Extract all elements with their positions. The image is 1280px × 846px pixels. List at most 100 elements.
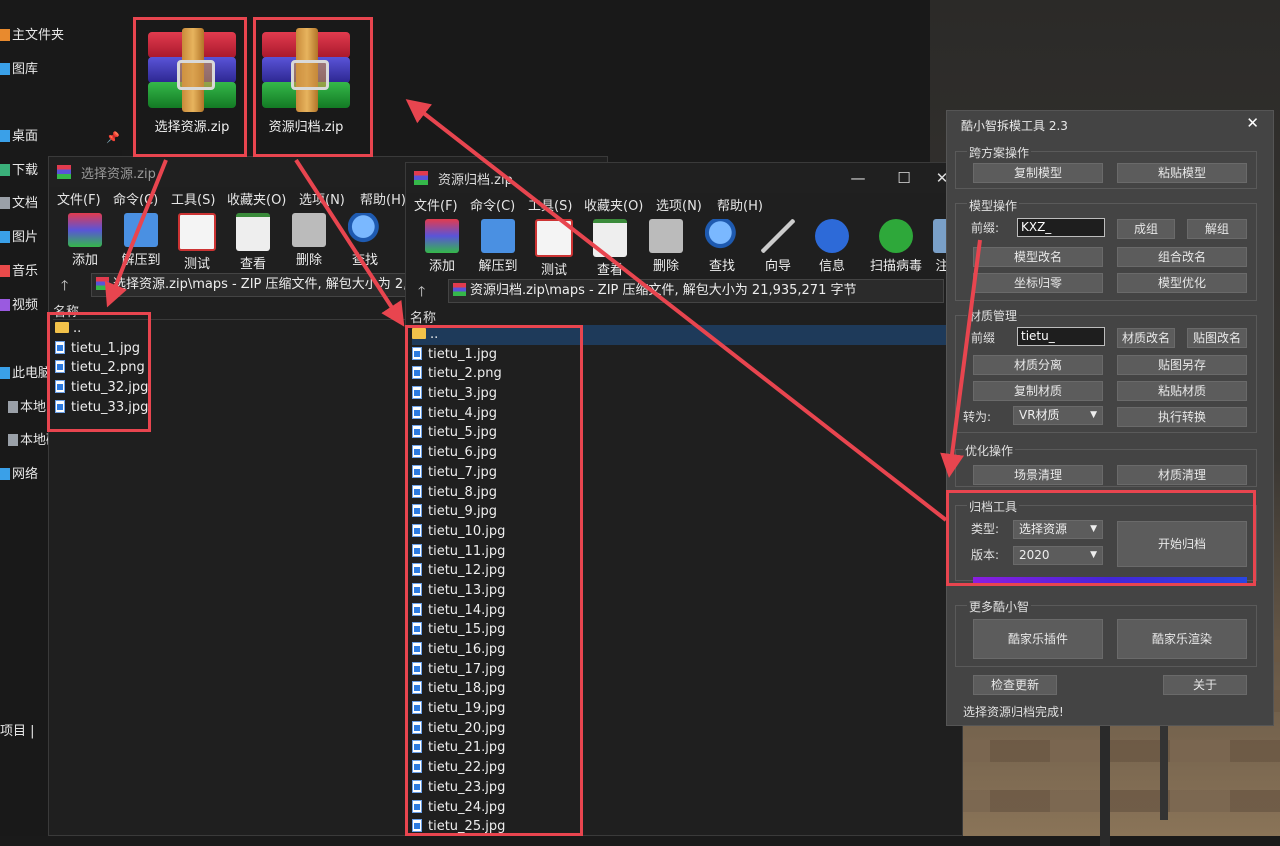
- window-title: 选择资源.zip: [81, 167, 156, 182]
- sidebar-item-desktop[interactable]: 桌面: [0, 125, 38, 149]
- menu-tools[interactable]: 工具(S): [171, 189, 215, 208]
- extract-button[interactable]: 解压到: [470, 215, 526, 274]
- gallery-icon: [0, 63, 10, 75]
- title-bar[interactable]: 资源归档.zip — ☐ ✕: [406, 163, 962, 193]
- menu-file[interactable]: 文件(F): [414, 195, 458, 214]
- rename-group-button[interactable]: 组合改名: [1117, 247, 1247, 267]
- menu-options[interactable]: 选项(N): [656, 195, 702, 214]
- check-update-button[interactable]: 检查更新: [973, 675, 1057, 695]
- delete-button[interactable]: 删除: [638, 215, 694, 274]
- group-label: 模型操作: [967, 197, 1020, 214]
- about-button[interactable]: 关于: [1163, 675, 1247, 695]
- disk-icon: [8, 434, 18, 446]
- menu-command[interactable]: 命令(C): [113, 189, 158, 208]
- sidebar-item-network[interactable]: 网络: [0, 463, 38, 487]
- pin-icon[interactable]: 📌: [106, 131, 120, 144]
- convert-type-select[interactable]: VR材质 ▼: [1013, 406, 1103, 425]
- ungroup-button[interactable]: 解组: [1187, 219, 1247, 239]
- sidebar-item-this-pc[interactable]: 此电脑: [0, 362, 51, 386]
- sidebar-item-documents[interactable]: 文档: [0, 192, 38, 216]
- up-arrow-icon[interactable]: 🡑: [61, 275, 68, 299]
- chair-leg: [1160, 720, 1228, 820]
- test-button[interactable]: 测试: [169, 209, 225, 272]
- folder-icon: [481, 219, 515, 253]
- minimize-button[interactable]: —: [846, 167, 870, 189]
- sidebar-item-videos[interactable]: 视频: [0, 294, 38, 318]
- magnifier-icon: [348, 213, 382, 247]
- status-item-count: 项目 |: [0, 724, 35, 739]
- column-header-name[interactable]: 名称: [410, 307, 944, 326]
- view-button[interactable]: 查看: [225, 209, 281, 272]
- annotation-box-zip2: [253, 17, 373, 157]
- paste-model-button[interactable]: 粘贴模型: [1117, 163, 1247, 183]
- menu-help[interactable]: 帮助(H): [717, 195, 763, 214]
- network-icon: [0, 468, 10, 480]
- sidebar-item-gallery[interactable]: 图库: [0, 58, 38, 82]
- sidebar-item-pictures[interactable]: 图片: [0, 226, 38, 250]
- paste-material-button[interactable]: 粘贴材质: [1117, 381, 1247, 401]
- test-button[interactable]: 测试: [526, 215, 582, 278]
- rename-model-button[interactable]: 模型改名: [973, 247, 1103, 267]
- menu-options[interactable]: 选项(N): [299, 189, 345, 208]
- convert-label: 转为:: [963, 410, 992, 424]
- computer-icon: [0, 367, 10, 379]
- material-prefix-input[interactable]: tietu_: [1017, 327, 1105, 346]
- menu-help[interactable]: 帮助(H): [360, 189, 406, 208]
- group-button[interactable]: 成组: [1117, 219, 1175, 239]
- download-icon: [0, 164, 10, 176]
- execute-convert-button[interactable]: 执行转换: [1117, 407, 1247, 427]
- desktop-icon: [0, 130, 10, 142]
- sidebar-item-music[interactable]: 音乐: [0, 260, 38, 284]
- scan-virus-button[interactable]: 扫描病毒: [866, 215, 926, 274]
- menu-favorites[interactable]: 收藏夹(O): [227, 189, 286, 208]
- wizard-button[interactable]: 向导: [750, 215, 806, 274]
- save-map-as-button[interactable]: 贴图另存: [1117, 355, 1247, 375]
- maximize-button[interactable]: ☐: [892, 167, 916, 189]
- menu-command[interactable]: 命令(C): [470, 195, 515, 214]
- add-button[interactable]: 添加: [57, 209, 113, 268]
- sidebar-item-local-disk-1[interactable]: 本地: [8, 396, 46, 420]
- winrar-icon: [57, 165, 71, 179]
- zero-coords-button[interactable]: 坐标归零: [973, 273, 1103, 293]
- prefix-label: 前缀:: [971, 221, 1000, 235]
- up-arrow-icon[interactable]: 🡑: [418, 281, 425, 305]
- rename-map-button[interactable]: 贴图改名: [1187, 328, 1247, 348]
- info-button[interactable]: 信息: [804, 215, 860, 274]
- copy-material-button[interactable]: 复制材质: [973, 381, 1103, 401]
- separate-material-button[interactable]: 材质分离: [973, 355, 1103, 375]
- menu-file[interactable]: 文件(F): [57, 189, 101, 208]
- magnifier-icon: [705, 219, 739, 253]
- rename-material-button[interactable]: 材质改名: [1117, 328, 1175, 348]
- delete-button[interactable]: 删除: [281, 209, 337, 268]
- bug-icon: [879, 219, 913, 253]
- sidebar-item-downloads[interactable]: 下载: [0, 159, 38, 183]
- view-button[interactable]: 查看: [582, 215, 638, 278]
- clipboard-check-icon: [535, 219, 573, 257]
- address-bar[interactable]: 资源归档.zip\maps - ZIP 压缩文件, 解包大小为 21,935,2…: [448, 279, 944, 303]
- menu-favorites[interactable]: 收藏夹(O): [584, 195, 643, 214]
- copy-model-button[interactable]: 复制模型: [973, 163, 1103, 183]
- kujiale-plugin-button[interactable]: 酷家乐插件: [973, 619, 1103, 659]
- menu-bar: 文件(F) 命令(C) 工具(S) 收藏夹(O) 选项(N) 帮助(H): [406, 193, 962, 215]
- picture-icon: [0, 231, 10, 243]
- annotation-box-list1: [47, 312, 151, 432]
- find-button[interactable]: 查找: [337, 209, 393, 268]
- add-button[interactable]: 添加: [414, 215, 470, 274]
- zip-icon: [96, 277, 109, 290]
- annotation-box-archive: [946, 490, 1256, 586]
- add-icon: [425, 219, 459, 253]
- add-icon: [68, 213, 102, 247]
- extract-button[interactable]: 解压到: [113, 209, 169, 268]
- material-clean-button[interactable]: 材质清理: [1117, 465, 1247, 485]
- trash-icon: [649, 219, 683, 253]
- close-button[interactable]: ✕: [1246, 114, 1259, 132]
- annotation-box-list2: [405, 325, 583, 836]
- find-button[interactable]: 查找: [694, 215, 750, 274]
- menu-tools[interactable]: 工具(S): [528, 195, 572, 214]
- address-bar[interactable]: 选择资源.zip\maps - ZIP 压缩文件, 解包大小为 2,21: [91, 273, 431, 297]
- optimize-model-button[interactable]: 模型优化: [1117, 273, 1247, 293]
- sidebar-item-home[interactable]: 主文件夹: [0, 24, 64, 48]
- model-prefix-input[interactable]: KXZ_: [1017, 218, 1105, 237]
- scene-clean-button[interactable]: 场景清理: [973, 465, 1103, 485]
- kujiale-render-button[interactable]: 酷家乐渲染: [1117, 619, 1247, 659]
